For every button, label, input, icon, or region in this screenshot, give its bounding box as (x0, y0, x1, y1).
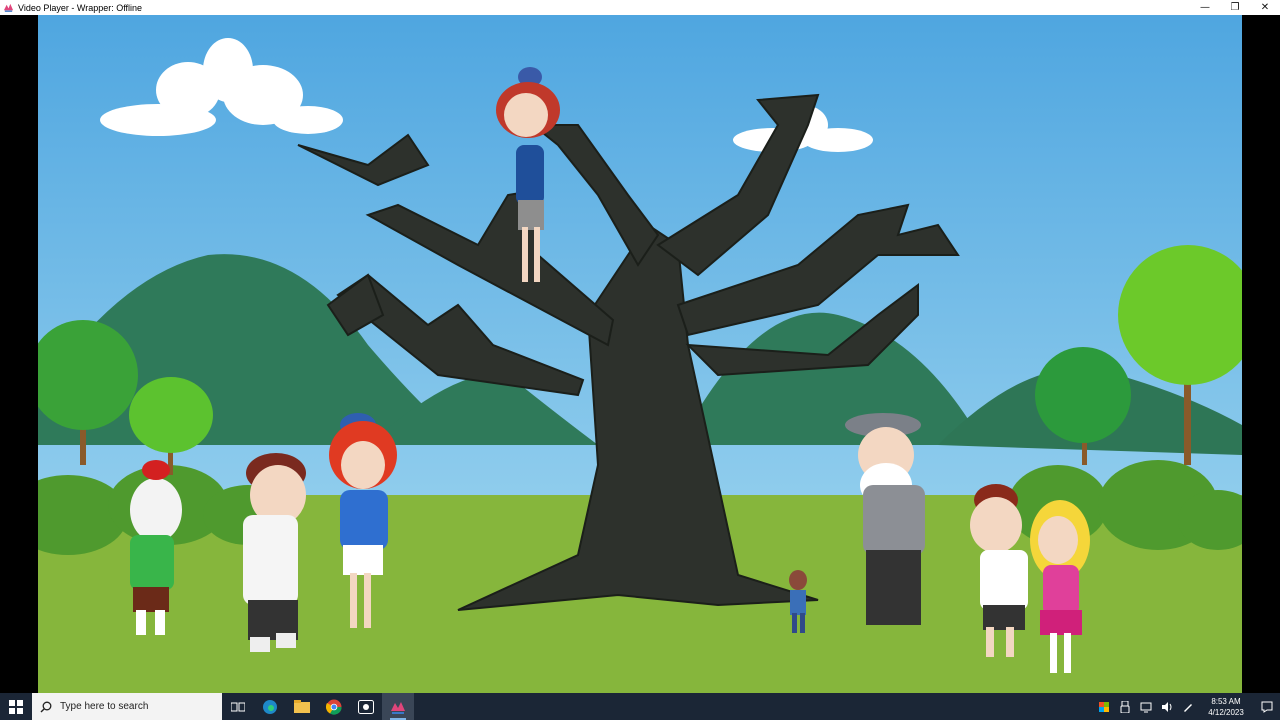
usb-tray-button[interactable] (1114, 693, 1135, 720)
wrapper-app-icon (3, 3, 14, 12)
cartoon-scene (38, 15, 1242, 693)
clock-time: 8:53 AM (1211, 696, 1241, 706)
wrapper-taskbar-button[interactable] (382, 693, 414, 720)
task-view-icon (231, 702, 245, 711)
chrome-icon (326, 699, 342, 715)
usb-icon (1120, 700, 1129, 713)
task-view-button[interactable] (222, 693, 254, 720)
character-headphones-boy (243, 453, 306, 652)
pen-icon (1183, 703, 1192, 712)
windows-taskbar: Type here to search 8:53 AM 4/12/2023 (0, 693, 1280, 720)
taskbar-search-box[interactable]: Type here to search (32, 693, 222, 720)
file-explorer-button[interactable] (286, 693, 318, 720)
window-controls: — ❐ ✕ (1190, 0, 1280, 15)
taskbar-clock[interactable]: 8:53 AM 4/12/2023 (1198, 693, 1254, 720)
screen-capture-icon (358, 699, 374, 714)
file-explorer-icon (294, 699, 310, 713)
notification-icon (1261, 701, 1273, 713)
restore-button[interactable]: ❐ (1220, 0, 1250, 15)
pen-tray-button[interactable] (1177, 693, 1198, 720)
notification-center-button[interactable] (1254, 693, 1280, 720)
wrapper-icon (391, 701, 405, 714)
window-titlebar: Video Player - Wrapper: Offline — ❐ ✕ (0, 0, 1280, 15)
volume-icon (1161, 701, 1171, 712)
system-tray: 8:53 AM 4/12/2023 (1093, 693, 1280, 720)
window-title: Video Player - Wrapper: Offline (18, 2, 143, 13)
network-tray-button[interactable] (1135, 693, 1156, 720)
edge-button[interactable] (254, 693, 286, 720)
security-tray-button[interactable] (1093, 693, 1114, 720)
video-frame[interactable] (38, 15, 1242, 693)
network-icon (1140, 702, 1151, 712)
minimize-button[interactable]: — (1190, 0, 1220, 15)
chrome-button[interactable] (318, 693, 350, 720)
shield-icon (1098, 701, 1109, 712)
volume-tray-button[interactable] (1156, 693, 1177, 720)
search-placeholder: Type here to search (60, 701, 149, 712)
search-icon (40, 701, 52, 712)
clock-date: 4/12/2023 (1208, 707, 1244, 717)
video-player-area[interactable] (0, 15, 1280, 693)
edge-icon (263, 699, 277, 714)
start-button[interactable] (0, 693, 32, 720)
windows-logo-icon (9, 699, 23, 714)
close-button[interactable]: ✕ (1250, 0, 1280, 15)
screen-capture-button[interactable] (350, 693, 382, 720)
